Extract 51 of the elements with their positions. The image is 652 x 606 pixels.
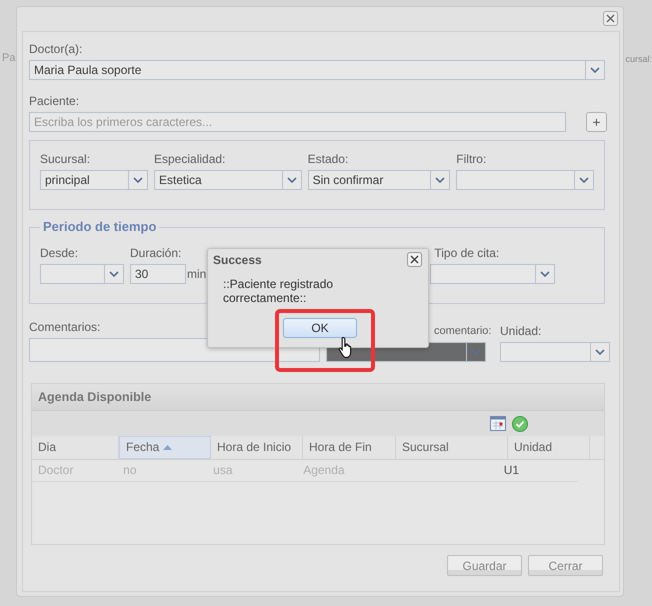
background-label: Pa [2, 52, 16, 64]
duration-input[interactable]: 30 [130, 264, 186, 284]
field-label: Duración: [130, 246, 182, 260]
column-header[interactable]: Hora de Inicio [211, 436, 303, 459]
close-button[interactable] [407, 252, 422, 267]
close-icon [606, 14, 615, 23]
caret-icon [133, 177, 143, 183]
filter-select[interactable]: Estetica [154, 170, 302, 190]
caret-icon [286, 177, 297, 183]
field-label: Doctor(a): [29, 42, 84, 56]
check-icon[interactable] [512, 416, 528, 432]
hand-cursor-icon [338, 336, 352, 358]
panel-title: Agenda Disponible [38, 390, 152, 404]
add-button[interactable]: + [586, 112, 607, 132]
column-header[interactable]: Sucursal [396, 436, 508, 459]
caret-icon [471, 349, 481, 355]
field-label: comentario: [434, 324, 492, 338]
field-label: Desde: [40, 246, 80, 260]
table-cell-text: U1 [502, 462, 520, 479]
close-button[interactable] [603, 11, 618, 26]
field-label: Unidad: [500, 324, 542, 338]
doctor-select[interactable]: Maria Paula soporte [29, 60, 605, 80]
filter-select[interactable]: Sin confirmar [308, 170, 450, 190]
dialog-title: Success [213, 253, 262, 267]
column-header[interactable]: Unidad [508, 436, 590, 459]
filter-select[interactable]: principal [40, 170, 148, 190]
dialog-message: ::Paciente registrado correctamente:: [223, 277, 334, 305]
field-label: Filtro: [456, 152, 488, 166]
sort-icon [163, 445, 172, 450]
calendar-icon[interactable] [490, 416, 506, 431]
caret-icon [109, 271, 119, 277]
patient-input[interactable]: Escriba los primeros caracteres... [29, 112, 566, 132]
unit-label: min [187, 267, 206, 281]
dialog-button[interactable]: Cerrar [528, 555, 603, 576]
column-header[interactable]: Fecha [119, 436, 211, 459]
caret-icon [590, 67, 600, 73]
caret-icon [540, 271, 550, 277]
close-icon [410, 255, 419, 264]
caret-icon [595, 349, 605, 355]
dialog-button[interactable]: Guardar [447, 555, 522, 576]
caret-icon [435, 177, 446, 183]
section-legend: Periodo de tiempo [40, 219, 160, 234]
field-label: Estado: [308, 152, 350, 166]
column-header[interactable]: Hora de Fin [303, 436, 396, 459]
ok-button[interactable]: OK [283, 318, 357, 338]
field-label: Paciente: [29, 94, 80, 108]
field-label: Especialidad: [154, 152, 226, 166]
field-label: Tipo de cita: [434, 246, 500, 260]
background-label: cursal: [625, 54, 652, 64]
caret-icon [579, 177, 590, 183]
field-label: Sucursal: [40, 152, 92, 166]
